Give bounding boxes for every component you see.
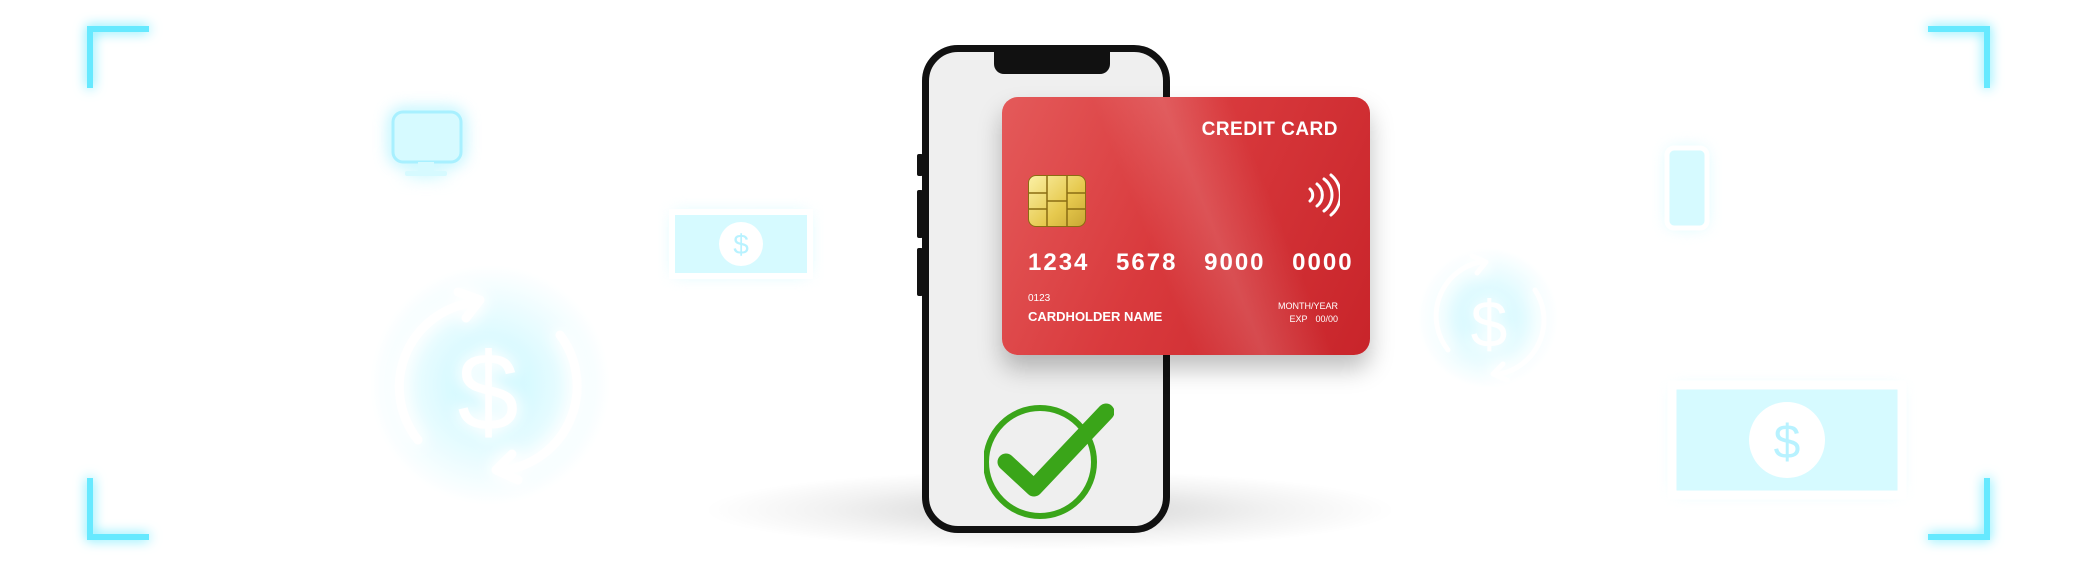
banknote-icon: $ xyxy=(1667,380,1907,500)
banknote-icon: $ xyxy=(669,209,813,279)
phone-side-button xyxy=(917,190,923,238)
phone-notch xyxy=(994,52,1110,74)
card-title: CREDIT CARD xyxy=(1201,119,1338,140)
phone-side-button xyxy=(917,154,923,176)
svg-text:$: $ xyxy=(733,229,749,260)
svg-text:$: $ xyxy=(1774,416,1801,469)
card-month-year-label: MONTH/YEAR xyxy=(1277,301,1338,311)
svg-text:$: $ xyxy=(1471,287,1508,361)
nfc-icon xyxy=(1308,173,1340,217)
smartphone-icon xyxy=(1664,145,1710,231)
card-number: 1234 5678 9000 0000 xyxy=(1028,249,1354,276)
card-exp-label: EXP xyxy=(1289,314,1308,324)
cardholder-name: CARDHOLDER NAME xyxy=(1028,309,1163,324)
monitor-icon xyxy=(391,110,463,176)
chip-icon xyxy=(1028,175,1086,227)
card-exp-value: 00/00 xyxy=(1315,314,1338,324)
card-expiry: EXP 00/00 xyxy=(1289,314,1338,324)
svg-text:$: $ xyxy=(457,331,518,454)
phone-side-button xyxy=(917,248,923,296)
card-code: 0123 xyxy=(1028,293,1051,304)
checkmark-icon xyxy=(984,403,1114,519)
credit-card: CREDIT CARD 1234 5678 9000 0000 0123 CAR… xyxy=(1002,97,1370,355)
